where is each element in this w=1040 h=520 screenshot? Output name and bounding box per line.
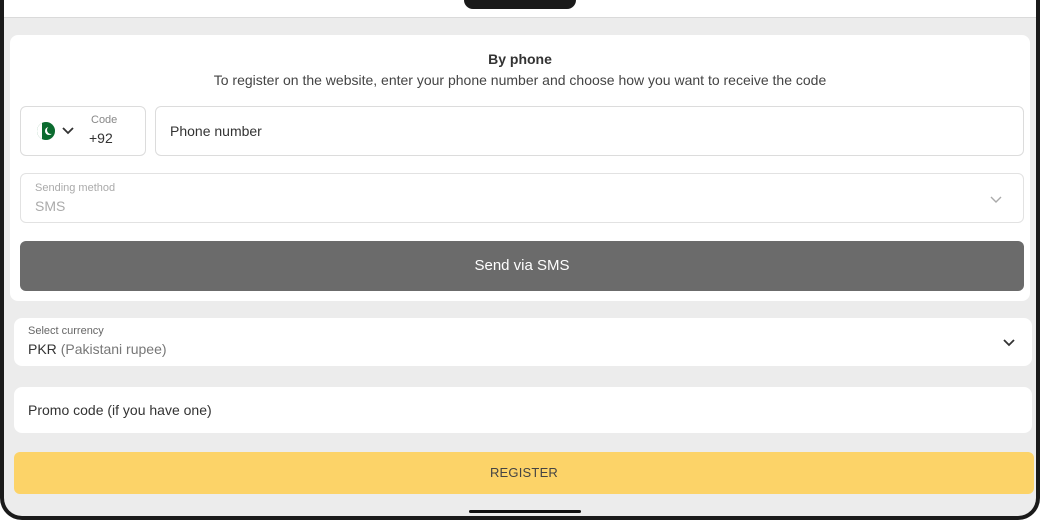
currency-select[interactable]: Select currency PKR (Pakistani rupee) bbox=[14, 318, 1032, 366]
device-frame: By phone To register on the website, ent… bbox=[0, 0, 1040, 520]
phone-number-input[interactable] bbox=[155, 106, 1024, 156]
sending-method-value: SMS bbox=[35, 198, 66, 214]
country-code-label: Code bbox=[91, 114, 118, 126]
currency-value: PKR (Pakistani rupee) bbox=[28, 341, 167, 357]
phone-registration-card: By phone To register on the website, ent… bbox=[10, 35, 1030, 301]
form-subtitle: To register on the website, enter your p… bbox=[213, 72, 827, 88]
screen: By phone To register on the website, ent… bbox=[4, 0, 1036, 516]
chevron-down-icon bbox=[1003, 339, 1015, 347]
send-via-sms-button[interactable]: Send via SMS bbox=[20, 241, 1024, 291]
chevron-down-icon bbox=[990, 196, 1002, 203]
sending-method-label: Sending method bbox=[35, 182, 116, 194]
promo-code-input[interactable] bbox=[14, 387, 1032, 433]
chevron-down-icon bbox=[62, 127, 74, 135]
country-code-value: +92 bbox=[89, 130, 113, 146]
currency-name: (Pakistani rupee) bbox=[60, 341, 167, 357]
form-title: By phone bbox=[488, 51, 552, 67]
sending-method-select[interactable]: Sending method SMS bbox=[20, 173, 1024, 223]
pakistan-flag-icon bbox=[37, 122, 55, 140]
register-button[interactable]: REGISTER bbox=[14, 452, 1034, 494]
country-code-selector[interactable]: Code +92 bbox=[20, 106, 146, 156]
camera-notch bbox=[464, 0, 576, 9]
home-indicator bbox=[469, 510, 581, 513]
currency-label: Select currency bbox=[28, 325, 104, 337]
currency-code: PKR bbox=[28, 341, 57, 357]
